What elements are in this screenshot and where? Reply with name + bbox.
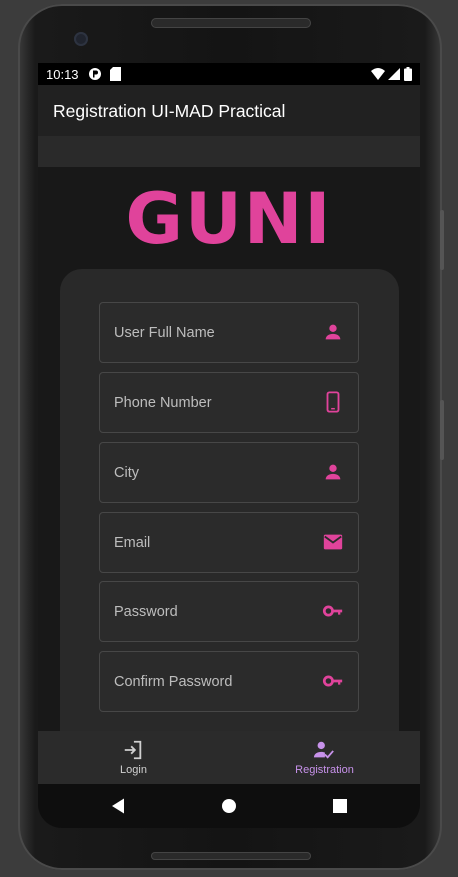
wifi-icon <box>371 68 385 80</box>
login-icon <box>124 740 142 760</box>
city-input[interactable] <box>100 443 314 502</box>
key-icon <box>322 675 343 687</box>
phone-icon <box>326 391 340 413</box>
bottom-navigation: Login Registration <box>38 731 420 784</box>
confirm-password-input[interactable] <box>100 652 314 711</box>
key-icon <box>322 605 343 617</box>
email-field[interactable] <box>99 512 359 573</box>
device-screen: 10:13 Registration UI-MAD Practical GUNI <box>38 63 420 828</box>
notification-app-icon <box>89 68 101 80</box>
nav-label-login: Login <box>120 764 147 776</box>
full-name-field[interactable] <box>99 302 359 363</box>
password-field[interactable] <box>99 581 359 642</box>
person-icon <box>325 324 341 340</box>
city-field[interactable] <box>99 442 359 503</box>
confirm-password-field[interactable] <box>99 651 359 712</box>
app-bar-divider <box>38 136 420 167</box>
password-input[interactable] <box>100 582 314 641</box>
status-bar: 10:13 <box>38 63 420 85</box>
back-icon[interactable] <box>109 797 127 815</box>
earpiece-speaker <box>151 18 311 28</box>
phone-number-input[interactable] <box>100 373 314 432</box>
phone-number-field[interactable] <box>99 372 359 433</box>
app-title: Registration UI-MAD Practical <box>53 101 286 121</box>
nav-item-login[interactable]: Login <box>38 731 229 784</box>
battery-icon <box>404 67 412 81</box>
power-button <box>440 400 444 460</box>
nav-item-registration[interactable]: Registration <box>229 731 420 784</box>
bottom-speaker <box>151 852 311 860</box>
email-input[interactable] <box>100 513 314 572</box>
volume-button <box>440 210 444 270</box>
front-camera <box>74 32 88 46</box>
person-icon <box>325 464 341 480</box>
cell-signal-icon <box>388 68 400 80</box>
home-icon[interactable] <box>220 797 238 815</box>
person-check-icon <box>313 741 334 759</box>
system-navigation-bar <box>38 784 420 828</box>
nav-label-registration: Registration <box>295 764 354 776</box>
sim-card-icon <box>110 67 121 81</box>
email-icon <box>323 534 343 550</box>
status-time: 10:13 <box>46 67 79 82</box>
full-name-input[interactable] <box>100 303 314 362</box>
app-bar: Registration UI-MAD Practical <box>38 85 420 136</box>
guni-logo: GUNI <box>125 178 333 260</box>
recents-icon[interactable] <box>331 797 349 815</box>
